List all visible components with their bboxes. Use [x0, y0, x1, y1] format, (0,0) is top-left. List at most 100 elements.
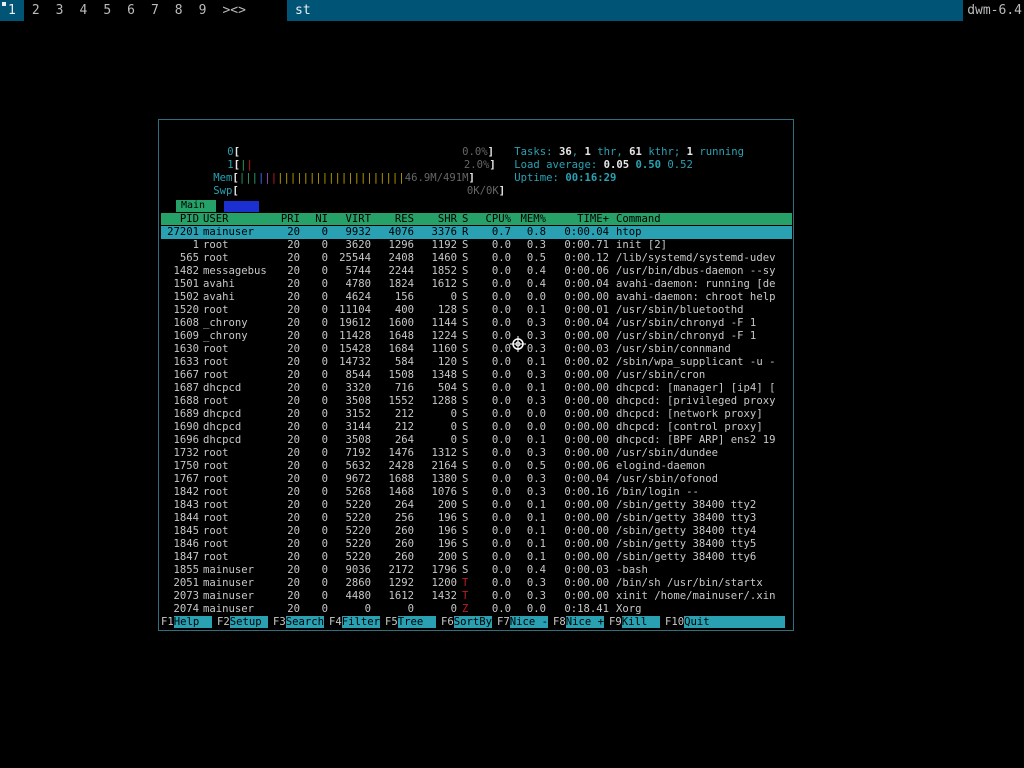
process-cpu: 0.0 — [491, 382, 511, 394]
process-row[interactable]: 1501 avahi 20 0 4780 1824 1612 S 0.0 0.4 0:00.04 av… — [161, 278, 792, 291]
process-pid: 1767 — [173, 473, 199, 485]
tag-2[interactable]: 2 — [24, 0, 48, 21]
tag-5[interactable]: 5 — [95, 0, 119, 21]
process-shr: 1288 — [431, 395, 457, 407]
fkey-label: Setup — [229, 616, 269, 628]
process-row[interactable]: 1482 messagebus 20 0 5744 2244 1852 S 0.0 0.4 0:00… — [161, 265, 792, 278]
fkey-f9[interactable]: F9Kill — [609, 616, 661, 628]
process-cpu: 0.0 — [491, 499, 511, 511]
process-pri: 20 — [287, 564, 300, 576]
process-ni: 0 — [321, 226, 328, 238]
process-row[interactable]: 1689 dhcpcd 20 0 3152 212 0 S 0.0 0.0 0:00.00 dhcpc… — [161, 408, 792, 421]
tab-main[interactable]: Main — [176, 200, 216, 212]
process-row[interactable]: 1844 root 20 0 5220 256 196 S 0.0 0.1 0:00.00/sbin… — [161, 512, 792, 525]
process-row[interactable]: 1690 dhcpcd 20 0 3144 212 0 S 0.0 0.0 0:00.00 dhcpc… — [161, 421, 792, 434]
fkey-f4[interactable]: F4Filter — [329, 616, 381, 628]
tag-9[interactable]: 9 — [191, 0, 215, 21]
process-row[interactable]: 1 root 20 0 3620 1296 1192 S 0.0 0.3 0:00.71 init [… — [161, 239, 792, 252]
process-row[interactable]: 1855 mainuser 20 0 9036 2172 1796 S 0.0 0.4 0:00.0… — [161, 564, 792, 577]
layout-symbol[interactable]: ><> — [214, 0, 253, 21]
process-row[interactable]: 1843 root 20 0 5220 264 200 S 0.0 0.1 0:00.00/sbin… — [161, 499, 792, 512]
fkey-f5[interactable]: F5Tree — [385, 616, 437, 628]
process-s: S — [462, 564, 469, 576]
process-s: S — [462, 395, 469, 407]
tasks-meter: Tasks: 36, 1 thr, 61 kthr; 1 running — [514, 146, 745, 158]
terminal-window[interactable]: 0[0.0%] 1[|| 2.0%] Mem[||||||||||||||||||… — [158, 119, 794, 631]
process-cmd: /sbin/getty 38400 tty3 — [616, 512, 757, 524]
process-row[interactable]: 2051 mainuser 20 0 2860 1292 1200 T 0.0 0.3 0:00.0… — [161, 577, 792, 590]
mem-meter: Mem[||||||||||||||||||||||||||46.9M/491M… — [213, 172, 475, 184]
process-row[interactable]: 1842 root 20 0 5268 1468 1076 S 0.0 0.3 0:00.16/bi… — [161, 486, 792, 499]
uptime-meter: Uptime: 00:16:29 — [476, 159, 616, 184]
process-virt: 8544 — [345, 369, 371, 381]
process-row[interactable]: 1520 root 20 0 11104 400 128 S 0.0 0.1 0:00.01/usr… — [161, 304, 792, 317]
process-user: mainuser — [203, 226, 255, 238]
tag-3[interactable]: 3 — [48, 0, 72, 21]
process-cmd: elogind-daemon — [616, 460, 706, 472]
process-row[interactable]: 1845 root 20 0 5220 260 196 S 0.0 0.1 0:00.00/sbin… — [161, 525, 792, 538]
tag-4[interactable]: 4 — [71, 0, 95, 21]
process-pid: 27201 — [167, 226, 199, 238]
fkey-f7[interactable]: F7Nice - — [497, 616, 549, 628]
process-time: 0:00.04 — [564, 317, 609, 329]
process-s: S — [462, 304, 469, 316]
process-ni: 0 — [321, 460, 328, 472]
process-pri: 20 — [287, 278, 300, 290]
process-row[interactable]: 1687 dhcpcd 20 0 3320 716 504 S 0.0 0.1 0:00.00 dhc… — [161, 382, 792, 395]
process-row[interactable]: 1688 root 20 0 3508 1552 1288 S 0.0 0.3 0:00.00 dhc… — [161, 395, 792, 408]
process-mem: 0.3 — [526, 317, 546, 329]
tag-7[interactable]: 7 — [143, 0, 167, 21]
process-row[interactable]: 1502 avahi 20 0 4624 156 0 S 0.0 0.0 0:00.00 avahi-… — [161, 291, 792, 304]
process-row[interactable]: 1633 root 20 0 14732 584 120 S 0.0 0.1 0:00.02/sbi… — [161, 356, 792, 369]
process-shr: 200 — [437, 551, 457, 563]
process-row[interactable]: 1696 dhcpcd 20 0 3508 264 0 S 0.0 0.1 0:00.00 dhcpc… — [161, 434, 792, 447]
process-pri: 20 — [287, 538, 300, 550]
process-row[interactable]: 1667 root 20 0 8544 1508 1348 S 0.0 0.3 0:00.00/us… — [161, 369, 792, 382]
fkey-f10[interactable]: F10Quit — [665, 616, 786, 628]
process-pri: 20 — [287, 460, 300, 472]
tag-8[interactable]: 8 — [167, 0, 191, 21]
process-row[interactable]: 1732 root 20 0 7192 1476 1312 S 0.0 0.3 0:00.00/us… — [161, 447, 792, 460]
process-time: 0:00.06 — [564, 460, 609, 472]
process-row[interactable]: 1847 root 20 0 5220 260 200 S 0.0 0.1 0:00.00/sbin… — [161, 551, 792, 564]
process-virt: 3508 — [345, 434, 371, 446]
process-mem: 0.3 — [526, 395, 546, 407]
fkey-number: F4 — [329, 616, 342, 628]
process-row[interactable]: 2074 mainuser 20 0 0 0 0 Z 0.0 0.0 0:18.41 Xorg — [161, 603, 792, 616]
process-cpu: 0.0 — [491, 265, 511, 277]
process-row[interactable]: 1609 _chrony 20 0 11428 1648 1224 S 0.0 0.3 0:00.0… — [161, 330, 792, 343]
process-user: dhcpcd — [203, 382, 242, 394]
process-pri: 20 — [287, 512, 300, 524]
fkey-f6[interactable]: F6SortBy — [441, 616, 493, 628]
process-row[interactable]: 1846 root 20 0 5220 260 196 S 0.0 0.1 0:00.00/sbin… — [161, 538, 792, 551]
tag-1[interactable]: 1 — [0, 0, 24, 21]
process-row[interactable]: 1630 root 20 0 15428 1684 1160 S 0.0 0.3 0:00.03/u… — [161, 343, 792, 356]
fkey-f3[interactable]: F3Search — [273, 616, 325, 628]
tab-other[interactable] — [224, 201, 259, 212]
process-time: 0:00.00 — [564, 499, 609, 511]
fkey-f8[interactable]: F8Nice + — [553, 616, 605, 628]
process-shr: 1852 — [431, 265, 457, 277]
process-pid: 2051 — [173, 577, 199, 589]
process-row[interactable]: 1750 root 20 0 5632 2428 2164 S 0.0 0.5 0:00.06 elo… — [161, 460, 792, 473]
process-ni: 0 — [321, 551, 328, 563]
process-row[interactable]: 27201 mainuser 20 0 9932 4076 3376 R 0.7 0.8 0:00.… — [161, 226, 792, 239]
process-virt: 5220 — [345, 551, 371, 563]
fkey-f1[interactable]: F1Help — [161, 616, 213, 628]
process-cmd: init [2] — [616, 239, 668, 251]
process-pri: 20 — [287, 603, 300, 615]
header-cpu: CPU% — [485, 213, 511, 225]
process-row[interactable]: 565 root 20 0 25544 2408 1460 S 0.0 0.5 0:00.12/li… — [161, 252, 792, 265]
process-row[interactable]: 1767 root 20 0 9672 1688 1380 S 0.0 0.3 0:00.04/us… — [161, 473, 792, 486]
process-mem: 0.0 — [526, 408, 546, 420]
process-row[interactable]: 1608 _chrony 20 0 19612 1600 1144 S 0.0 0.3 0:00.0… — [161, 317, 792, 330]
process-cpu: 0.0 — [491, 486, 511, 498]
fkey-number: F2 — [217, 616, 230, 628]
fkey-f2[interactable]: F2Setup — [217, 616, 269, 628]
process-cpu: 0.0 — [491, 291, 511, 303]
process-shr: 0 — [450, 291, 457, 303]
tag-6[interactable]: 6 — [119, 0, 143, 21]
process-row[interactable]: 2073 mainuser 20 0 4480 1612 1432 T 0.0 0.3 0:00.0… — [161, 590, 792, 603]
process-pid: 1 — [192, 239, 199, 251]
process-list[interactable]: 27201 mainuser 20 0 9932 4076 3376 R 0.7 0.8 0:00.… — [161, 226, 792, 616]
